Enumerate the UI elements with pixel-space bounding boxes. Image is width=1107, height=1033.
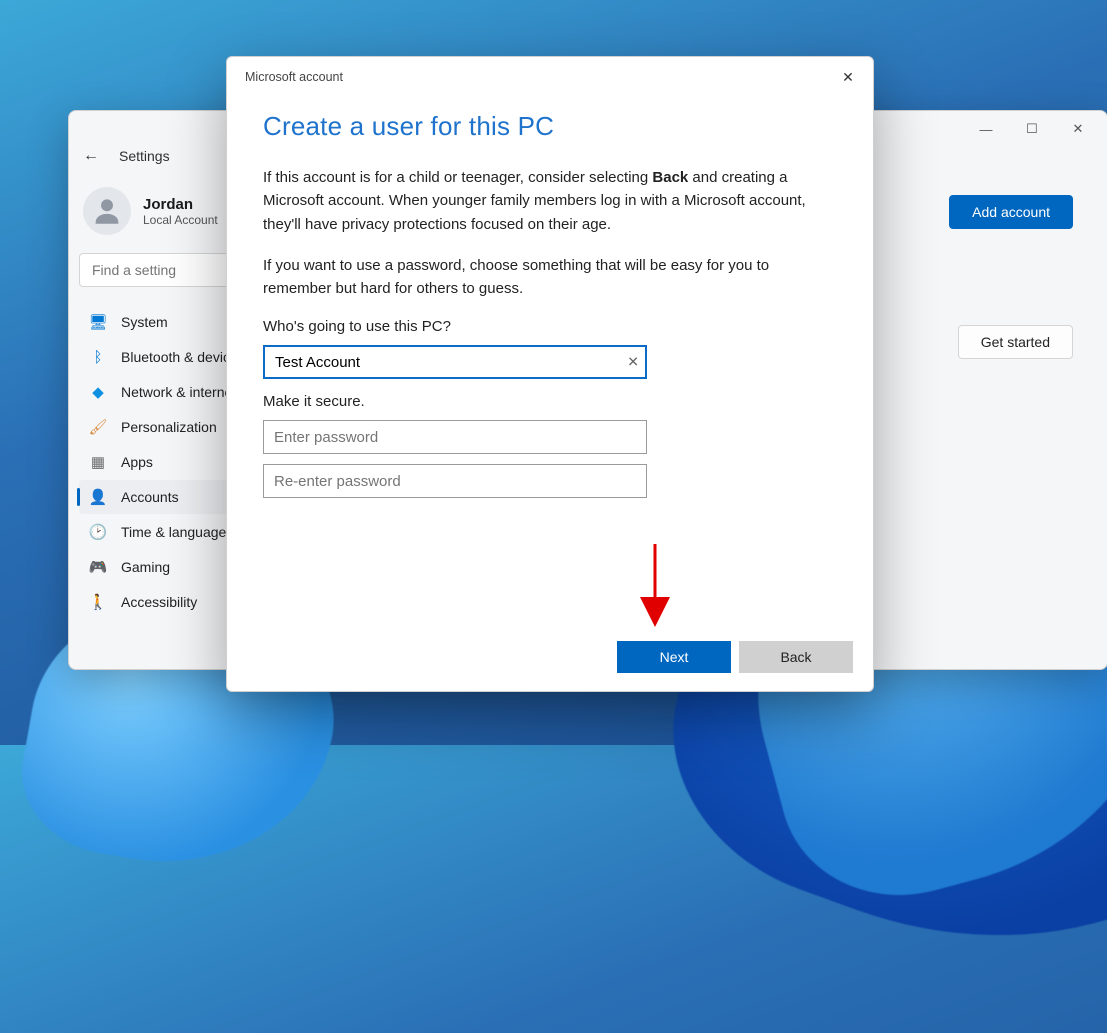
dialog-paragraph-2: If you want to use a password, choose so… <box>263 254 837 301</box>
password-input[interactable] <box>263 420 647 454</box>
person-icon <box>90 194 124 228</box>
time-language-icon: 🕑 <box>89 523 107 541</box>
sidebar-item-label: Apps <box>121 454 153 470</box>
dialog-close-button[interactable]: ✕ <box>833 65 863 89</box>
add-account-button[interactable]: Add account <box>949 195 1073 229</box>
next-button[interactable]: Next <box>617 641 731 673</box>
user-display-name: Jordan <box>143 196 218 213</box>
avatar <box>83 187 131 235</box>
username-input[interactable] <box>263 345 647 379</box>
back-arrow-icon[interactable]: ← <box>83 147 99 165</box>
user-account-type: Local Account <box>143 213 218 227</box>
settings-title: Settings <box>119 148 170 164</box>
sidebar-item-label: Time & language <box>121 524 226 540</box>
gaming-icon: 🎮 <box>89 558 107 576</box>
username-label: Who's going to use this PC? <box>263 318 837 335</box>
sidebar-item-label: Network & internet <box>121 384 236 400</box>
bluetooth-devices-icon: ᛒ <box>89 348 107 366</box>
apps-icon: ▦ <box>89 453 107 471</box>
dialog-titlebar: Microsoft account ✕ <box>227 57 873 97</box>
sidebar-item-label: Accessibility <box>121 594 197 610</box>
secure-label: Make it secure. <box>263 393 837 410</box>
network-internet-icon: ◆ <box>89 383 107 401</box>
dialog-title: Microsoft account <box>245 70 343 84</box>
sidebar-item-label: Gaming <box>121 559 170 575</box>
maximize-button[interactable]: ☐ <box>1009 113 1055 145</box>
accessibility-icon: 🚶 <box>89 593 107 611</box>
back-button[interactable]: Back <box>739 641 853 673</box>
accounts-icon: 👤 <box>89 488 107 506</box>
system-icon: 🖥 <box>89 313 107 331</box>
create-user-dialog: Microsoft account ✕ Create a user for th… <box>226 56 874 692</box>
dialog-paragraph-1: If this account is for a child or teenag… <box>263 166 837 236</box>
sidebar-item-label: System <box>121 314 168 330</box>
personalization-icon: 🖌 <box>89 418 107 436</box>
dialog-footer: Next Back <box>227 625 873 691</box>
sidebar-item-label: Accounts <box>121 489 179 505</box>
password-confirm-input[interactable] <box>263 464 647 498</box>
sidebar-item-label: Personalization <box>121 419 217 435</box>
get-started-button[interactable]: Get started <box>958 325 1073 359</box>
minimize-button[interactable]: — <box>963 113 1009 145</box>
clear-input-icon[interactable]: ✕ <box>627 354 639 371</box>
dialog-heading: Create a user for this PC <box>263 111 837 142</box>
close-window-button[interactable]: ✕ <box>1055 113 1101 145</box>
